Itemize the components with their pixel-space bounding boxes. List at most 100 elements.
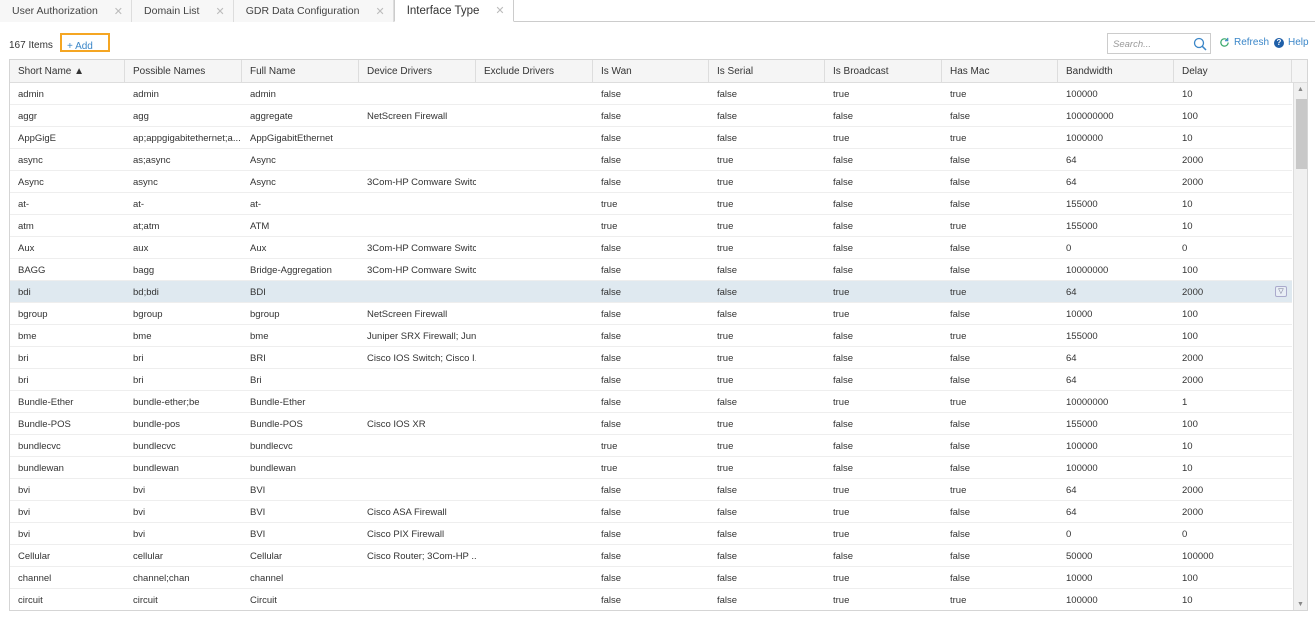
scroll-up-icon[interactable]: ▲ xyxy=(1297,86,1304,93)
table-cell: BDI xyxy=(250,287,266,298)
table-row[interactable]: bri bri BRI Cisco IOS Switch; Cisco I... fal… xyxy=(10,347,1292,369)
table-cell: false xyxy=(950,155,971,166)
interface-type-table: Short Name ▲ Possible Names Full Name Devic… xyxy=(9,59,1308,611)
help-button[interactable]: ? Help xyxy=(1274,37,1309,48)
table-cell: async xyxy=(133,177,158,188)
table-row[interactable]: bundlecvc bundlecvc bundlecvc true true false… xyxy=(10,435,1292,457)
row-dropdown-chevron-icon[interactable]: ▽ xyxy=(1275,286,1287,297)
column-header-has-mac[interactable]: Has Mac xyxy=(942,60,1058,83)
help-icon: ? xyxy=(1274,37,1284,48)
column-header-is-broadcast[interactable]: Is Broadcast xyxy=(825,60,942,83)
table-row[interactable]: channel channel;chan channel false false true… xyxy=(10,567,1292,589)
close-icon[interactable]: ✕ xyxy=(215,5,224,18)
column-header-short-name[interactable]: Short Name ▲ xyxy=(10,60,125,83)
table-row[interactable]: bvi bvi BVI Cisco PIX Firewall false false tru… xyxy=(10,523,1292,545)
close-icon[interactable]: ✕ xyxy=(114,5,123,18)
table-cell: false xyxy=(601,485,622,496)
table-cell: true xyxy=(717,353,734,364)
table-cell: false xyxy=(833,111,854,122)
column-header-bandwidth[interactable]: Bandwidth xyxy=(1058,60,1174,83)
refresh-button[interactable]: Refresh xyxy=(1219,37,1269,48)
table-cell: false xyxy=(950,551,971,562)
search-input[interactable]: Search... xyxy=(1107,33,1211,54)
table-row[interactable]: BAGG bagg Bridge-Aggregation 3Com-HP Comwar… xyxy=(10,259,1292,281)
column-header-delay[interactable]: Delay xyxy=(1174,60,1292,83)
column-header-is-serial[interactable]: Is Serial xyxy=(709,60,825,83)
column-header-is-wan[interactable]: Is Wan xyxy=(593,60,709,83)
table-cell xyxy=(359,391,476,413)
table-row[interactable]: bgroup bgroup bgroup NetScreen Firewall fals… xyxy=(10,303,1292,325)
table-row[interactable]: bvi bvi BVI false false true true 64 2000 xyxy=(10,479,1292,501)
table-cell: true xyxy=(833,573,850,584)
table-cell: false xyxy=(717,485,738,496)
table-cell: channel xyxy=(250,573,284,584)
table-cell: bme xyxy=(18,331,37,342)
table-row[interactable]: bme bme bme Juniper SRX Firewall; Juni... fa… xyxy=(10,325,1292,347)
table-row[interactable]: admin admin admin false false true true 100000 1… xyxy=(10,83,1292,105)
tab-gdr-data-configuration[interactable]: GDR Data Configuration ✕ xyxy=(233,0,394,22)
close-icon[interactable]: ✕ xyxy=(495,4,504,17)
table-cell xyxy=(359,457,476,479)
table-cell: bundle-pos xyxy=(133,419,181,430)
table-row[interactable]: bdi bd;bdi BDI false false true true 64 2000 ▽ xyxy=(10,281,1292,303)
column-header-device-drivers[interactable]: Device Drivers xyxy=(359,60,476,83)
table-row[interactable]: Cellular cellular Cellular Cisco Router; 3C… xyxy=(10,545,1292,567)
column-header-exclude-drivers[interactable]: Exclude Drivers xyxy=(476,60,593,83)
scroll-down-icon[interactable]: ▼ xyxy=(1297,601,1304,608)
table-row[interactable]: bvi bvi BVI Cisco ASA Firewall false false tru… xyxy=(10,501,1292,523)
table-row[interactable]: async as;async Async false true false false 64 2… xyxy=(10,149,1292,171)
tab-interface-type[interactable]: Interface Type ✕ xyxy=(393,0,514,22)
table-cell xyxy=(359,127,476,149)
table-row[interactable]: aggr agg aggregate NetScreen Firewall false f… xyxy=(10,105,1292,127)
table-row[interactable]: circuit circuit Circuit false false true true 1… xyxy=(10,589,1292,610)
table-cell: 64 xyxy=(1066,287,1077,298)
table-cell: circuit xyxy=(18,595,43,606)
vertical-scrollbar[interactable]: ▲ ▼ xyxy=(1293,83,1307,610)
table-cell: bri xyxy=(18,353,29,364)
table-row[interactable]: Async async Async 3Com-HP Comware Switch fal… xyxy=(10,171,1292,193)
table-cell: 100 xyxy=(1182,111,1198,122)
table-cell: 10 xyxy=(1182,441,1193,452)
table-cell: true xyxy=(833,309,850,320)
table-row[interactable]: Bundle-POS bundle-pos Bundle-POS Cisco IOS … xyxy=(10,413,1292,435)
table-cell xyxy=(476,83,593,105)
table-cell xyxy=(476,237,593,259)
table-cell: false xyxy=(833,375,854,386)
table-row[interactable]: AppGigE ap;appgigabitethernet;a... AppGiga… xyxy=(10,127,1292,149)
table-cell xyxy=(359,589,476,610)
table-row[interactable]: at-at-at-true true false false 155000 10 xyxy=(10,193,1292,215)
table-cell: false xyxy=(717,529,738,540)
table-cell: Juniper SRX Firewall; Juni... xyxy=(367,331,476,342)
table-cell xyxy=(476,193,593,215)
table-row[interactable]: atm at;atm ATM true true false true 155000 10 xyxy=(10,215,1292,237)
item-count: 167 Items xyxy=(9,40,53,51)
table-cell: false xyxy=(950,375,971,386)
tab-domain-list[interactable]: Domain List ✕ xyxy=(132,0,234,22)
search-icon[interactable] xyxy=(1193,37,1207,51)
table-row[interactable]: bri bri Bri false true false false 64 2000 xyxy=(10,369,1292,391)
table-cell xyxy=(476,523,593,545)
table-cell: false xyxy=(601,89,622,100)
column-header-full-name[interactable]: Full Name xyxy=(242,60,359,83)
table-row[interactable]: Bundle-Ether bundle-ether;be Bundle-Ether f… xyxy=(10,391,1292,413)
column-header-possible-names[interactable]: Possible Names xyxy=(125,60,242,83)
add-button[interactable]: + Add xyxy=(60,33,110,52)
table-cell xyxy=(476,369,593,391)
tab-user-authorization[interactable]: User Authorization ✕ xyxy=(0,0,133,22)
table-cell: false xyxy=(833,551,854,562)
table-cell: Cisco PIX Firewall xyxy=(367,529,445,540)
table-cell: channel xyxy=(18,573,52,584)
table-cell: false xyxy=(601,111,622,122)
table-cell: bundlewan xyxy=(133,463,179,474)
close-icon[interactable]: ✕ xyxy=(376,5,385,18)
table-row[interactable]: Aux aux Aux 3Com-HP Comware Switch false true… xyxy=(10,237,1292,259)
table-cell: true xyxy=(950,485,967,496)
table-cell: false xyxy=(601,331,622,342)
table-cell: false xyxy=(950,353,971,364)
table-cell xyxy=(476,479,593,501)
table-cell: false xyxy=(717,265,738,276)
table-cell: 64 xyxy=(1066,353,1077,364)
table-row[interactable]: bundlewan bundlewan bundlewan true true false… xyxy=(10,457,1292,479)
table-cell xyxy=(359,479,476,501)
scrollbar-thumb[interactable] xyxy=(1296,99,1307,169)
